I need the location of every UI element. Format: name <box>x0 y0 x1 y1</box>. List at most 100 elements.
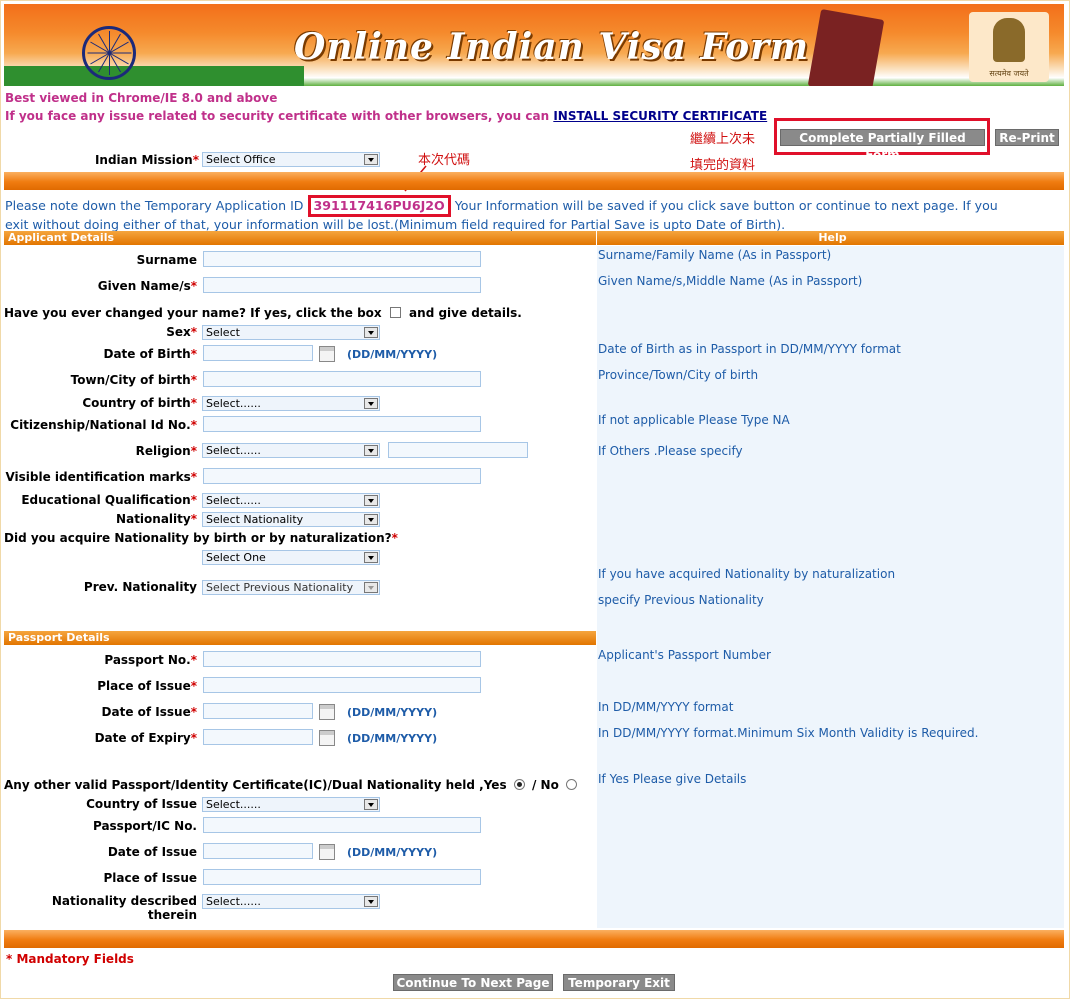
place-of-issue-input[interactable] <box>203 677 481 693</box>
other-passport-question: Any other valid Passport/Identity Certif… <box>4 778 580 792</box>
nationality-described-label: Nationality described therein <box>51 894 197 922</box>
ic-date-format-hint: (DD/MM/YYYY) <box>347 846 438 859</box>
prev-nationality-label: Prev. Nationality <box>83 580 197 594</box>
national-emblem: सत्यमेव जयते <box>969 12 1049 82</box>
temp-id-notice: Please note down the Temporary Applicati… <box>5 195 1063 233</box>
passport-no-input[interactable] <box>203 651 481 667</box>
dob-format-hint: (DD/MM/YYYY) <box>347 348 438 361</box>
help-citizenship: If not applicable Please Type NA <box>598 413 790 427</box>
surname-label: Surname <box>136 253 197 267</box>
chevron-down-icon <box>364 896 378 907</box>
chevron-down-icon <box>364 327 378 338</box>
orange-divider-1 <box>4 172 1064 190</box>
education-select[interactable]: Select...... <box>202 493 380 508</box>
lion-capital-icon <box>993 18 1025 62</box>
help-given-name: Given Name/s,Middle Name (As in Passport… <box>598 274 863 288</box>
prev-nationality-select[interactable]: Select Previous Nationality <box>202 580 380 595</box>
header-banner: Online Indian Visa Form सत्यमेव जयते <box>4 4 1064 86</box>
nationality-label: Nationality* <box>116 512 197 526</box>
country-of-birth-label: Country of birth* <box>82 396 197 410</box>
date-of-issue-input[interactable] <box>203 703 313 719</box>
cert-note: If you face any issue related to securit… <box>5 109 768 123</box>
calendar-icon[interactable] <box>319 704 335 720</box>
citizenship-input[interactable] <box>203 416 481 432</box>
install-certificate-link[interactable]: INSTALL SECURITY CERTIFICATE <box>553 109 767 123</box>
calendar-icon[interactable] <box>319 844 335 860</box>
applicant-details-header: Applicant Details <box>4 231 596 245</box>
ashoka-chakra-icon <box>82 26 136 80</box>
ic-date-input[interactable] <box>203 843 313 859</box>
town-input[interactable] <box>203 371 481 387</box>
issue-format-hint: (DD/MM/YYYY) <box>347 706 438 719</box>
passport-details-header: Passport Details <box>4 631 596 645</box>
marks-label: Visible identification marks* <box>5 470 197 484</box>
sex-label: Sex* <box>166 325 197 339</box>
dob-input[interactable] <box>203 345 313 361</box>
temporary-application-id: 391117416PU6J2O <box>307 195 451 217</box>
mission-select[interactable]: Select Office <box>202 152 380 167</box>
help-prev-nationality-2: specify Previous Nationality <box>598 593 764 607</box>
help-issue: In DD/MM/YYYY format <box>598 700 734 714</box>
date-of-expiry-input[interactable] <box>203 729 313 745</box>
acquire-select[interactable]: Select One <box>202 550 380 565</box>
reprint-button[interactable]: Re-Print <box>995 129 1059 146</box>
country-of-birth-select[interactable]: Select...... <box>202 396 380 411</box>
town-label: Town/City of birth* <box>70 373 197 387</box>
country-of-issue-select[interactable]: Select...... <box>202 797 380 812</box>
place-of-issue-label: Place of Issue* <box>97 679 197 693</box>
help-surname: Surname/Family Name (As in Passport) <box>598 248 832 262</box>
help-expiry: In DD/MM/YYYY format.Minimum Six Month V… <box>598 726 979 740</box>
passport-no-label: Passport No.* <box>104 653 197 667</box>
marks-input[interactable] <box>203 468 481 484</box>
ic-date-label: Date of Issue <box>107 845 197 859</box>
sex-select[interactable]: Select <box>202 325 380 340</box>
ic-place-label: Place of Issue <box>103 871 197 885</box>
expiry-format-hint: (DD/MM/YYYY) <box>347 732 438 745</box>
education-label: Educational Qualification* <box>21 493 197 507</box>
help-other-passport: If Yes Please give Details <box>598 772 747 786</box>
other-passport-yes-radio[interactable] <box>513 779 525 790</box>
given-name-input[interactable] <box>203 277 481 293</box>
citizenship-label: Citizenship/National Id No.* <box>10 418 197 432</box>
complete-partial-form-button[interactable]: Complete Partially Filled Form <box>780 129 985 162</box>
help-prev-nationality-1: If you have acquired Nationality by natu… <box>598 567 896 581</box>
religion-other-input[interactable] <box>388 442 528 458</box>
help-religion: If Others .Please specify <box>598 444 743 458</box>
chevron-down-icon <box>364 398 378 409</box>
annotation-resume-2: 填完的資料 <box>690 158 756 173</box>
continue-next-page-button[interactable]: Continue To Next Page <box>393 974 553 991</box>
mandatory-fields-note: * Mandatory Fields <box>6 952 134 966</box>
help-passport-no: Applicant's Passport Number <box>598 648 771 662</box>
country-of-issue-label: Country of Issue <box>86 797 197 811</box>
help-town: Province/Town/City of birth <box>598 368 759 382</box>
chevron-down-icon <box>364 799 378 810</box>
help-header: Help <box>597 231 1064 245</box>
acquire-question: Did you acquire Nationality by birth or … <box>4 531 398 545</box>
emblem-motto: सत्यमेव जयते <box>989 69 1029 78</box>
calendar-icon[interactable] <box>319 346 335 362</box>
nationality-select[interactable]: Select Nationality <box>202 512 380 527</box>
chevron-down-icon <box>364 582 378 593</box>
name-changed-checkbox[interactable] <box>389 307 401 318</box>
annotation-resume-1: 繼續上次未 <box>690 132 756 147</box>
religion-select[interactable]: Select...... <box>202 443 380 458</box>
orange-divider-2 <box>4 930 1064 948</box>
ic-no-label: Passport/IC No. <box>92 819 197 833</box>
browser-note: Best viewed in Chrome/IE 8.0 and above <box>5 91 278 105</box>
temporary-exit-button[interactable]: Temporary Exit <box>563 974 675 991</box>
ic-place-input[interactable] <box>203 869 481 885</box>
passport-image <box>807 9 885 86</box>
calendar-icon[interactable] <box>319 730 335 746</box>
chevron-down-icon <box>364 445 378 456</box>
chevron-down-icon <box>364 154 378 165</box>
banner-green-stripe <box>4 66 304 86</box>
name-changed-question: Have you ever changed your name? If yes,… <box>4 306 522 320</box>
other-passport-no-radio[interactable] <box>566 779 578 790</box>
nationality-described-select[interactable]: Select...... <box>202 894 380 909</box>
religion-label: Religion* <box>135 444 197 458</box>
chevron-down-icon <box>364 495 378 506</box>
chevron-down-icon <box>364 514 378 525</box>
ic-no-input[interactable] <box>203 817 481 833</box>
surname-input[interactable] <box>203 251 481 267</box>
date-of-expiry-label: Date of Expiry* <box>94 731 197 745</box>
